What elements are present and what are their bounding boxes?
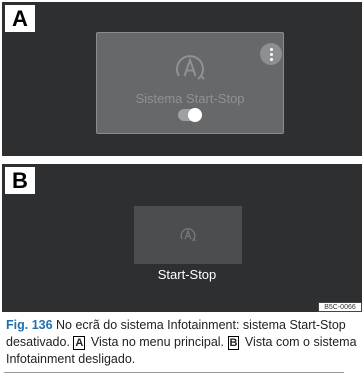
divider: [4, 372, 344, 373]
screen-panel-b: B Start-Stop: [2, 164, 362, 312]
ref-a: A: [73, 336, 86, 350]
auto-start-stop-icon: [171, 49, 209, 92]
figure-number: Fig. 136: [6, 318, 53, 332]
start-stop-toggle[interactable]: [178, 108, 202, 122]
panel-label-a: A: [5, 5, 36, 33]
auto-start-stop-icon: [178, 225, 198, 250]
caption-text: Vista no menu principal.: [87, 335, 228, 349]
start-stop-tile-off[interactable]: [134, 206, 242, 264]
tile-title: Sistema Start-Stop: [135, 91, 245, 106]
tile-title: Start-Stop: [157, 267, 217, 282]
start-stop-tile[interactable]: Sistema Start-Stop: [96, 32, 284, 134]
screen-panel-a: A Sistema Start-Stop: [2, 2, 362, 156]
ref-b: B: [227, 336, 240, 350]
figure-code: B5C-0066: [318, 302, 362, 312]
toggle-knob: [188, 108, 202, 122]
figure-caption: Fig. 136 No ecrã do sistema Infotainment…: [6, 317, 362, 368]
kebab-menu-icon[interactable]: [260, 43, 282, 65]
panel-label-b: B: [5, 167, 36, 195]
